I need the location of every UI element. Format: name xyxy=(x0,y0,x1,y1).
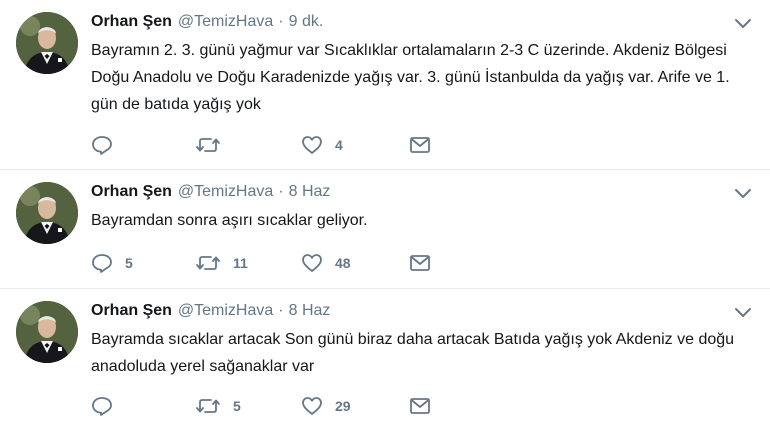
tweet-header: Orhan Şen @TemizHava · 8 Haz xyxy=(91,299,754,323)
tweet-time[interactable]: 9 dk. xyxy=(289,13,324,31)
retweet-button[interactable]: 5 xyxy=(195,394,301,418)
chevron-down-icon[interactable] xyxy=(732,303,754,321)
reply-count: 5 xyxy=(125,255,133,271)
author-name[interactable]: Orhan Şen xyxy=(91,183,172,201)
tweet-content: Orhan Şen @TemizHava · 8 Haz Bayramda sı… xyxy=(91,299,754,380)
tweet-header: Orhan Şen @TemizHava · 9 dk. xyxy=(91,10,754,34)
heart-icon xyxy=(301,135,323,155)
chevron-down-icon[interactable] xyxy=(732,14,754,32)
reply-button[interactable] xyxy=(91,394,195,418)
author-handle[interactable]: @TemizHava xyxy=(178,302,273,320)
like-button[interactable]: 4 xyxy=(301,133,409,157)
tweet-actions: 5 11 48 xyxy=(91,251,439,275)
message-button[interactable] xyxy=(409,251,439,275)
like-count: 48 xyxy=(335,255,351,271)
reply-button[interactable] xyxy=(91,133,195,157)
reply-icon xyxy=(91,253,113,273)
like-button[interactable]: 48 xyxy=(301,251,409,275)
heart-icon xyxy=(301,253,323,273)
tweet-content: Orhan Şen @TemizHava · 9 dk. Bayramın 2.… xyxy=(91,10,754,118)
tweet-header: Orhan Şen @TemizHava · 8 Haz xyxy=(91,180,754,204)
tweet-time[interactable]: 8 Haz xyxy=(289,183,331,201)
envelope-icon xyxy=(409,254,431,272)
retweet-icon xyxy=(195,135,221,155)
retweet-count: 11 xyxy=(233,255,248,271)
avatar[interactable] xyxy=(16,301,78,363)
author-handle[interactable]: @TemizHava xyxy=(178,13,273,31)
tweet[interactable]: Orhan Şen @TemizHava · 8 Haz Bayramda sı… xyxy=(0,289,770,426)
tweet-content: Orhan Şen @TemizHava · 8 Haz Bayramdan s… xyxy=(91,180,754,234)
heart-icon xyxy=(301,396,323,416)
reply-icon xyxy=(91,396,113,416)
reply-icon xyxy=(91,135,113,155)
avatar[interactable] xyxy=(16,182,78,244)
author-handle[interactable]: @TemizHava xyxy=(178,183,273,201)
retweet-count: 5 xyxy=(233,398,241,414)
envelope-icon xyxy=(409,397,431,415)
tweet-text: Bayramdan sonra aşırı sıcaklar geliyor. xyxy=(91,212,368,229)
tweet-text: Bayramda sıcaklar artacak Son günü biraz… xyxy=(91,331,735,375)
like-button[interactable]: 29 xyxy=(301,394,409,418)
envelope-icon xyxy=(409,136,431,154)
chevron-down-icon[interactable] xyxy=(732,184,754,202)
separator-dot: · xyxy=(278,13,284,30)
message-button[interactable] xyxy=(409,394,439,418)
like-count: 29 xyxy=(335,398,351,414)
reply-button[interactable]: 5 xyxy=(91,251,195,275)
separator-dot: · xyxy=(278,183,284,200)
tweet[interactable]: Orhan Şen @TemizHava · 9 dk. Bayramın 2.… xyxy=(0,0,770,170)
author-name[interactable]: Orhan Şen xyxy=(91,302,172,320)
tweet-actions: 5 29 xyxy=(91,394,439,418)
separator-dot: · xyxy=(278,302,284,319)
tweet[interactable]: Orhan Şen @TemizHava · 8 Haz Bayramdan s… xyxy=(0,170,770,289)
retweet-icon xyxy=(195,253,221,273)
like-count: 4 xyxy=(335,137,343,153)
tweet-text: Bayramın 2. 3. günü yağmur var Sıcaklıkl… xyxy=(91,42,730,113)
retweet-button[interactable]: 11 xyxy=(195,251,301,275)
message-button[interactable] xyxy=(409,133,439,157)
avatar[interactable] xyxy=(16,12,78,74)
tweet-feed: Orhan Şen @TemizHava · 9 dk. Bayramın 2.… xyxy=(0,0,770,426)
author-name[interactable]: Orhan Şen xyxy=(91,13,172,31)
tweet-actions: 4 xyxy=(91,133,439,157)
retweet-icon xyxy=(195,396,221,416)
tweet-time[interactable]: 8 Haz xyxy=(289,302,331,320)
retweet-button[interactable] xyxy=(195,133,301,157)
